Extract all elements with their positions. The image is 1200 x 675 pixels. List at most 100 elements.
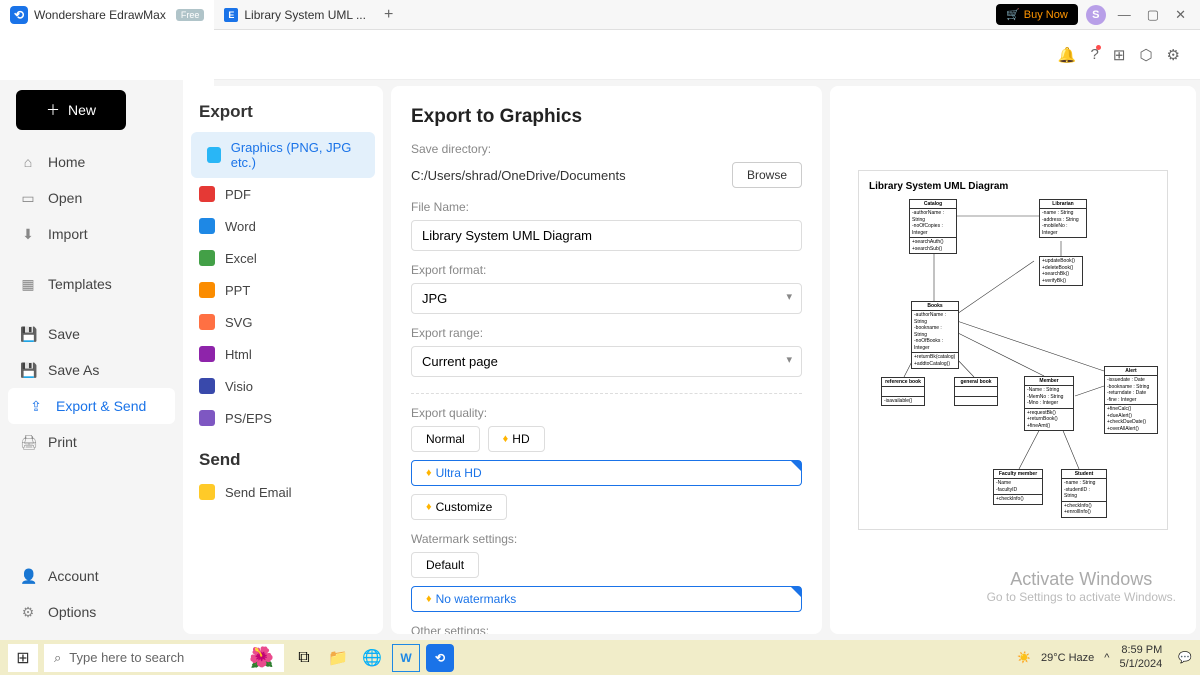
chrome-icon[interactable]: 🌐 bbox=[358, 644, 386, 672]
avatar[interactable]: S bbox=[1086, 5, 1106, 25]
quality-normal[interactable]: Normal bbox=[411, 426, 480, 452]
ppt-icon bbox=[199, 282, 215, 298]
free-badge: Free bbox=[176, 9, 205, 21]
export-excel[interactable]: Excel bbox=[183, 242, 383, 274]
word-taskbar-icon[interactable]: W bbox=[392, 644, 420, 672]
export-svg[interactable]: SVG bbox=[183, 306, 383, 338]
html-icon bbox=[199, 346, 215, 362]
cart-icon: 🛒 bbox=[1006, 8, 1020, 21]
minimize-icon[interactable]: — bbox=[1114, 7, 1135, 22]
apps-icon[interactable]: ⊞ bbox=[1113, 46, 1126, 64]
uml-class-student: Student-name : String-studentID : String… bbox=[1061, 469, 1107, 518]
plus-icon: ＋ bbox=[46, 100, 60, 120]
taskbar-clock[interactable]: 8:59 PM 5/1/2024 bbox=[1119, 644, 1168, 670]
divider bbox=[411, 393, 802, 394]
svg-icon bbox=[199, 314, 215, 330]
preview-canvas: Library System UML Diagram Catalog-autho… bbox=[858, 170, 1168, 530]
word-icon bbox=[199, 218, 215, 234]
nav-templates[interactable]: ▦Templates bbox=[0, 266, 183, 302]
crown-icon: ♦ bbox=[503, 433, 509, 445]
send-email[interactable]: Send Email bbox=[183, 476, 383, 508]
app-name: Wondershare EdrawMax bbox=[34, 8, 166, 22]
taskbar-search[interactable]: ⌕ Type here to search 🌺 bbox=[44, 644, 284, 672]
print-icon: 🖨 bbox=[20, 434, 36, 451]
edrawmax-taskbar-icon[interactable]: ⟲ bbox=[426, 644, 454, 672]
main-area: ＋ New ⌂Home ▭Open ⬇Import ▦Templates 💾Sa… bbox=[0, 80, 1200, 640]
nav-print[interactable]: 🖨Print bbox=[0, 424, 183, 460]
export-pseps[interactable]: PS/EPS bbox=[183, 402, 383, 434]
save-icon: 💾 bbox=[20, 326, 36, 343]
form-title: Export to Graphics bbox=[411, 106, 802, 128]
task-view-icon[interactable]: ⧉ bbox=[290, 644, 318, 672]
tab-document[interactable]: E Library System UML ... bbox=[214, 1, 376, 29]
file-explorer-icon[interactable]: 📁 bbox=[324, 644, 352, 672]
uml-class-alert: Alert-issuedate : Date-bookname : String… bbox=[1104, 366, 1158, 434]
graphics-icon bbox=[207, 147, 221, 163]
watermark-label: Watermark settings: bbox=[411, 532, 802, 546]
export-pdf[interactable]: PDF bbox=[183, 178, 383, 210]
search-icon: ⌕ bbox=[54, 650, 61, 666]
email-icon bbox=[199, 484, 215, 500]
activate-windows-watermark: Activate Windows Go to Settings to activ… bbox=[987, 569, 1176, 604]
help-icon[interactable]: ? bbox=[1091, 46, 1099, 63]
start-button[interactable]: ⊞ bbox=[8, 644, 38, 672]
crown-icon: ♦ bbox=[426, 467, 432, 479]
shirt-icon[interactable]: ⬡ bbox=[1139, 46, 1152, 64]
pdf-icon bbox=[199, 186, 215, 202]
notifications-icon[interactable]: 💬 bbox=[1178, 651, 1192, 664]
export-visio[interactable]: Visio bbox=[183, 370, 383, 402]
nav-home[interactable]: ⌂Home bbox=[0, 144, 183, 180]
uml-class-reference-book: reference book -isavailable() bbox=[881, 377, 925, 406]
titlebar: ⟲ Wondershare EdrawMax Free E Library Sy… bbox=[0, 0, 1200, 30]
nav-open[interactable]: ▭Open bbox=[0, 180, 183, 216]
nav-saveas[interactable]: 💾Save As bbox=[0, 352, 183, 388]
close-icon[interactable]: ✕ bbox=[1171, 7, 1190, 23]
weather-text[interactable]: 29°C Haze bbox=[1041, 652, 1094, 664]
browse-button[interactable]: Browse bbox=[732, 162, 802, 188]
bell-icon[interactable]: 🔔 bbox=[1058, 46, 1077, 64]
account-icon: 👤 bbox=[20, 568, 36, 585]
quality-custom[interactable]: ♦Customize bbox=[411, 494, 507, 520]
nav-import[interactable]: ⬇Import bbox=[0, 216, 183, 252]
range-select[interactable]: Current page bbox=[411, 346, 802, 377]
format-select[interactable]: JPG bbox=[411, 283, 802, 314]
import-icon: ⬇ bbox=[20, 226, 36, 243]
new-button[interactable]: ＋ New bbox=[16, 90, 126, 130]
tray-chevron-icon[interactable]: ^ bbox=[1104, 652, 1109, 664]
settings-icon[interactable]: ⚙ bbox=[1167, 46, 1180, 64]
nav-export-send[interactable]: ⇪Export & Send bbox=[8, 388, 175, 424]
export-graphics[interactable]: Graphics (PNG, JPG etc.) bbox=[191, 132, 375, 178]
watermark-default[interactable]: Default bbox=[411, 552, 479, 578]
export-word[interactable]: Word bbox=[183, 210, 383, 242]
watermark-none[interactable]: ♦No watermarks bbox=[411, 586, 802, 612]
crown-icon: ♦ bbox=[426, 593, 432, 605]
range-label: Export range: bbox=[411, 326, 802, 340]
save-dir-label: Save directory: bbox=[411, 142, 802, 156]
saveas-icon: 💾 bbox=[20, 362, 36, 379]
maximize-icon[interactable]: ▢ bbox=[1143, 7, 1163, 23]
new-tab-button[interactable]: + bbox=[376, 6, 401, 24]
home-icon: ⌂ bbox=[20, 154, 36, 170]
doc-icon: E bbox=[224, 8, 238, 22]
nav-save[interactable]: 💾Save bbox=[0, 316, 183, 352]
export-types-panel: Export Graphics (PNG, JPG etc.) PDF Word… bbox=[183, 86, 383, 634]
preview-panel: Library System UML Diagram Catalog-autho… bbox=[830, 86, 1196, 634]
pseps-icon bbox=[199, 410, 215, 426]
weather-icon[interactable]: ☀️ bbox=[1017, 651, 1031, 664]
format-label: Export format: bbox=[411, 263, 802, 277]
export-header: Export bbox=[183, 102, 383, 132]
search-placeholder: Type here to search bbox=[69, 650, 184, 665]
left-nav: ＋ New ⌂Home ▭Open ⬇Import ▦Templates 💾Sa… bbox=[0, 80, 183, 640]
buy-now-button[interactable]: 🛒 Buy Now bbox=[996, 4, 1078, 25]
quality-uhd[interactable]: ♦Ultra HD bbox=[411, 460, 802, 486]
export-html[interactable]: Html bbox=[183, 338, 383, 370]
quality-hd[interactable]: ♦HD bbox=[488, 426, 545, 452]
save-dir-path: C:/Users/shrad/OneDrive/Documents bbox=[411, 168, 724, 183]
uml-class-member: Member-Name : String-MemNo : String-Mno … bbox=[1024, 376, 1074, 431]
nav-options[interactable]: ⚙Options bbox=[0, 594, 183, 630]
nav-account[interactable]: 👤Account bbox=[0, 558, 183, 594]
export-ppt[interactable]: PPT bbox=[183, 274, 383, 306]
windows-icon: ⊞ bbox=[16, 648, 29, 668]
filename-input[interactable] bbox=[411, 220, 802, 251]
filename-label: File Name: bbox=[411, 200, 802, 214]
